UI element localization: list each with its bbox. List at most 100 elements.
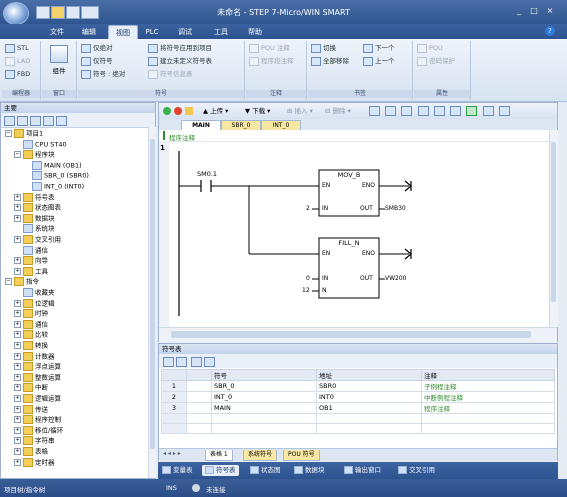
row-symbol[interactable]: [211, 423, 317, 434]
tree-properties-icon[interactable]: [56, 116, 67, 126]
box-icon[interactable]: [450, 106, 462, 116]
remove-all-bookmarks-button[interactable]: 全部移除: [311, 56, 349, 66]
dock-tab-data-block[interactable]: 数据块: [294, 465, 325, 476]
collapse-icon[interactable]: −: [5, 278, 12, 286]
expand-icon[interactable]: +: [14, 352, 21, 360]
tree-node[interactable]: + 转换: [14, 341, 48, 350]
tab-pou-symbols[interactable]: POU 符号: [283, 450, 320, 461]
apply-symbols-button[interactable]: 将符号应用到项目: [148, 43, 212, 53]
tree-node[interactable]: MAIN (OB1): [23, 160, 82, 170]
expand-icon[interactable]: +: [14, 458, 21, 466]
expand-icon[interactable]: +: [14, 236, 21, 243]
tree-node[interactable]: + 位逻辑: [14, 298, 55, 308]
coil-icon[interactable]: [433, 106, 445, 116]
column-header-symbol[interactable]: 符号: [211, 369, 317, 381]
download-button[interactable]: ▼ 下载 ▾: [245, 107, 270, 115]
tree-scroll-thumb[interactable]: [150, 139, 155, 449]
tab-help[interactable]: 帮助: [242, 25, 268, 39]
editor-hscroll-thumb[interactable]: [171, 331, 531, 338]
tree-expand-icon[interactable]: [30, 116, 41, 126]
mov-b-in-value[interactable]: 2: [306, 205, 310, 212]
expand-icon[interactable]: +: [14, 331, 21, 339]
column-header-comment[interactable]: 注释: [421, 369, 555, 381]
tree-node[interactable]: + 传送: [14, 404, 48, 414]
fill-n-out-value[interactable]: VW200: [385, 275, 407, 282]
expand-icon[interactable]: +: [14, 373, 21, 381]
password-protect-button[interactable]: 密码保护: [417, 56, 455, 66]
close-button[interactable]: ×: [544, 6, 556, 16]
column-header-address[interactable]: 地址: [316, 369, 422, 381]
row-address[interactable]: INT0: [316, 391, 422, 403]
tree-node[interactable]: + 整数运算: [14, 372, 61, 382]
tree-node[interactable]: + 逻辑运算: [14, 394, 61, 403]
compile-icon[interactable]: [185, 107, 193, 115]
expand-icon[interactable]: +: [14, 299, 21, 307]
fill-n-n-value[interactable]: 12: [302, 287, 310, 294]
symbol-absolute-button[interactable]: 符号 : 绝对: [81, 69, 125, 79]
tree-node[interactable]: 系统块: [14, 224, 55, 234]
row-comment[interactable]: 子例程注释: [421, 380, 555, 392]
row-symbol[interactable]: [211, 413, 317, 424]
line-icon[interactable]: [482, 106, 494, 116]
absolute-only-button[interactable]: 仅绝对: [81, 43, 113, 53]
expand-icon[interactable]: +: [14, 267, 21, 275]
network-comment-button[interactable]: 程序段注释: [249, 56, 294, 66]
row-index[interactable]: [161, 413, 187, 424]
stop-icon[interactable]: [174, 107, 182, 115]
table-delete-icon[interactable]: [176, 357, 187, 367]
row-address[interactable]: [316, 423, 422, 434]
run-icon[interactable]: [163, 107, 171, 115]
contact-address[interactable]: SM0.1: [197, 170, 217, 178]
tab-system-symbols[interactable]: 系统符号: [243, 450, 278, 461]
tree-node[interactable]: + 状态图表: [14, 203, 61, 213]
tree-node[interactable]: + 数据块: [14, 213, 55, 223]
tree-node[interactable]: SBR_0 (SBR0): [23, 171, 89, 181]
tree-node[interactable]: + 字符串: [14, 436, 55, 446]
table-nav-arrows-icon[interactable]: ◂ ◂ ▸ ▸: [163, 450, 181, 457]
tree-node[interactable]: + 定时器: [14, 457, 55, 467]
expand-icon[interactable]: +: [14, 405, 21, 413]
stl-button[interactable]: STL: [5, 43, 29, 53]
dock-tab-symbols[interactable]: 符号表: [202, 465, 239, 476]
expand-icon[interactable]: +: [14, 204, 21, 212]
tree-node[interactable]: + 表格: [14, 447, 48, 456]
delete-button[interactable]: ⊟ 删除 ▾: [325, 107, 351, 115]
tree-node[interactable]: − 程序块: [14, 150, 55, 160]
help-icon[interactable]: ?: [545, 26, 555, 36]
lad-button[interactable]: LAD: [5, 56, 30, 66]
table-row[interactable]: 1 SBR_0 SBR0 子例程注释: [161, 380, 555, 392]
contact-icon[interactable]: [417, 106, 429, 116]
expand-icon[interactable]: +: [14, 257, 21, 265]
expand-icon[interactable]: +: [14, 193, 21, 201]
network-delete-icon[interactable]: [401, 106, 413, 116]
network-insert-icon[interactable]: [385, 106, 397, 116]
tree-node[interactable]: + 工具: [14, 266, 48, 276]
row-comment[interactable]: 程序注释: [421, 402, 555, 414]
table-row[interactable]: 3 MAIN OB1 程序注释: [161, 402, 555, 414]
tree-collapse-icon[interactable]: [43, 116, 54, 126]
components-button[interactable]: 组件: [46, 45, 72, 75]
row-comment[interactable]: [421, 413, 555, 424]
tree-home-icon[interactable]: [4, 116, 15, 126]
tree-node[interactable]: − 项目1: [5, 129, 43, 138]
tree-node[interactable]: 通信: [14, 245, 48, 255]
tree-node[interactable]: + 比较: [14, 330, 48, 340]
fbd-button[interactable]: FBD: [5, 69, 30, 79]
collapse-icon[interactable]: −: [14, 151, 21, 159]
symbolic-only-button[interactable]: 仅符号: [81, 56, 113, 66]
row-address[interactable]: OB1: [316, 402, 422, 414]
row-symbol[interactable]: MAIN: [211, 402, 317, 414]
toggle-bookmark-button[interactable]: 切换: [311, 43, 336, 53]
tab-view[interactable]: 视图: [108, 25, 138, 40]
row-symbol[interactable]: INT_0: [211, 391, 317, 403]
expand-icon[interactable]: +: [14, 437, 21, 445]
expand-icon[interactable]: +: [14, 448, 21, 455]
expand-icon[interactable]: +: [14, 426, 21, 434]
tab-table-1[interactable]: 表格 1: [205, 450, 233, 461]
tab-file[interactable]: 文件: [44, 25, 70, 39]
expand-icon[interactable]: +: [14, 384, 21, 392]
tree-node[interactable]: CPU ST40: [14, 139, 67, 149]
dock-tab-variables[interactable]: 变量表: [162, 465, 193, 476]
dock-tab-output[interactable]: 输出窗口: [344, 465, 381, 476]
table-row[interactable]: [161, 413, 555, 424]
